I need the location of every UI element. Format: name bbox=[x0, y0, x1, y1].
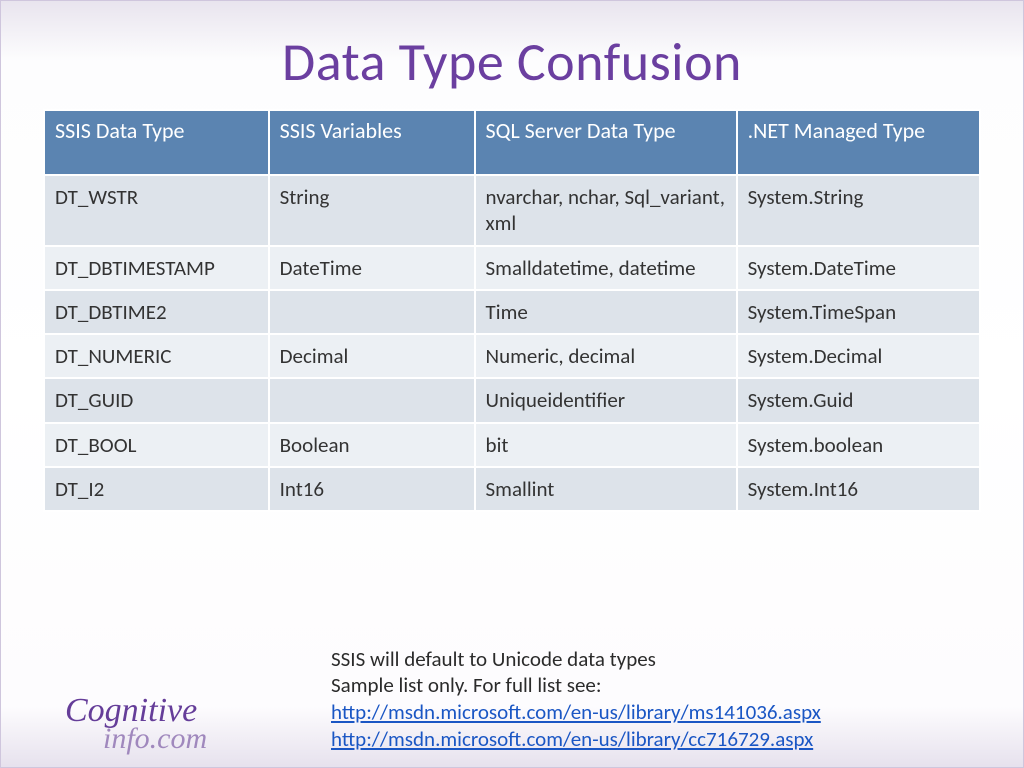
cell: DT_DBTIMESTAMP bbox=[44, 246, 269, 290]
cell: Smallint bbox=[475, 467, 737, 511]
cell: Uniqueidentifier bbox=[475, 378, 737, 422]
cell: DT_WSTR bbox=[44, 175, 269, 246]
table-row: DT_WSTR String nvarchar, nchar, Sql_vari… bbox=[44, 175, 980, 246]
footer-notes: SSIS will default to Unicode data types … bbox=[331, 646, 821, 754]
table-row: DT_DBTIME2 Time System.TimeSpan bbox=[44, 290, 980, 334]
cell: DT_I2 bbox=[44, 467, 269, 511]
table-container: SSIS Data Type SSIS Variables SQL Server… bbox=[1, 109, 1023, 512]
cell: Smalldatetime, datetime bbox=[475, 246, 737, 290]
note-line1: SSIS will default to Unicode data types bbox=[331, 646, 821, 673]
cell: DT_NUMERIC bbox=[44, 334, 269, 378]
table-header-row: SSIS Data Type SSIS Variables SQL Server… bbox=[44, 110, 980, 175]
slide-title: Data Type Confusion bbox=[1, 1, 1023, 109]
cell: System.TimeSpan bbox=[737, 290, 980, 334]
cell: bit bbox=[475, 423, 737, 467]
table-row: DT_GUID Uniqueidentifier System.Guid bbox=[44, 378, 980, 422]
cell: System.Decimal bbox=[737, 334, 980, 378]
cell: DateTime bbox=[269, 246, 475, 290]
cell: Int16 bbox=[269, 467, 475, 511]
cell: Time bbox=[475, 290, 737, 334]
brand-logo: Cognitive info.com bbox=[65, 697, 207, 751]
header-net-managed-type: .NET Managed Type bbox=[737, 110, 980, 175]
header-ssis-variables: SSIS Variables bbox=[269, 110, 475, 175]
note-line2: Sample list only. For full list see: bbox=[331, 672, 821, 699]
data-type-table: SSIS Data Type SSIS Variables SQL Server… bbox=[43, 109, 981, 512]
cell: System.Int16 bbox=[737, 467, 980, 511]
cell: Decimal bbox=[269, 334, 475, 378]
table-row: DT_DBTIMESTAMP DateTime Smalldatetime, d… bbox=[44, 246, 980, 290]
cell: String bbox=[269, 175, 475, 246]
cell: DT_GUID bbox=[44, 378, 269, 422]
cell bbox=[269, 378, 475, 422]
footer: Cognitive info.com SSIS will default to … bbox=[1, 639, 1023, 767]
header-ssis-data-type: SSIS Data Type bbox=[44, 110, 269, 175]
reference-link-2[interactable]: http://msdn.microsoft.com/en-us/library/… bbox=[331, 726, 813, 752]
table-row: DT_NUMERIC Decimal Numeric, decimal Syst… bbox=[44, 334, 980, 378]
cell: System.String bbox=[737, 175, 980, 246]
cell: DT_DBTIME2 bbox=[44, 290, 269, 334]
cell: System.boolean bbox=[737, 423, 980, 467]
cell: Numeric, decimal bbox=[475, 334, 737, 378]
table-row: DT_I2 Int16 Smallint System.Int16 bbox=[44, 467, 980, 511]
cell: System.Guid bbox=[737, 378, 980, 422]
logo-line2: info.com bbox=[65, 726, 207, 752]
cell: System.DateTime bbox=[737, 246, 980, 290]
table-row: DT_BOOL Boolean bit System.boolean bbox=[44, 423, 980, 467]
reference-link-1[interactable]: http://msdn.microsoft.com/en-us/library/… bbox=[331, 699, 821, 725]
header-sql-server-type: SQL Server Data Type bbox=[475, 110, 737, 175]
cell bbox=[269, 290, 475, 334]
cell: Boolean bbox=[269, 423, 475, 467]
cell: DT_BOOL bbox=[44, 423, 269, 467]
cell: nvarchar, nchar, Sql_variant, xml bbox=[475, 175, 737, 246]
